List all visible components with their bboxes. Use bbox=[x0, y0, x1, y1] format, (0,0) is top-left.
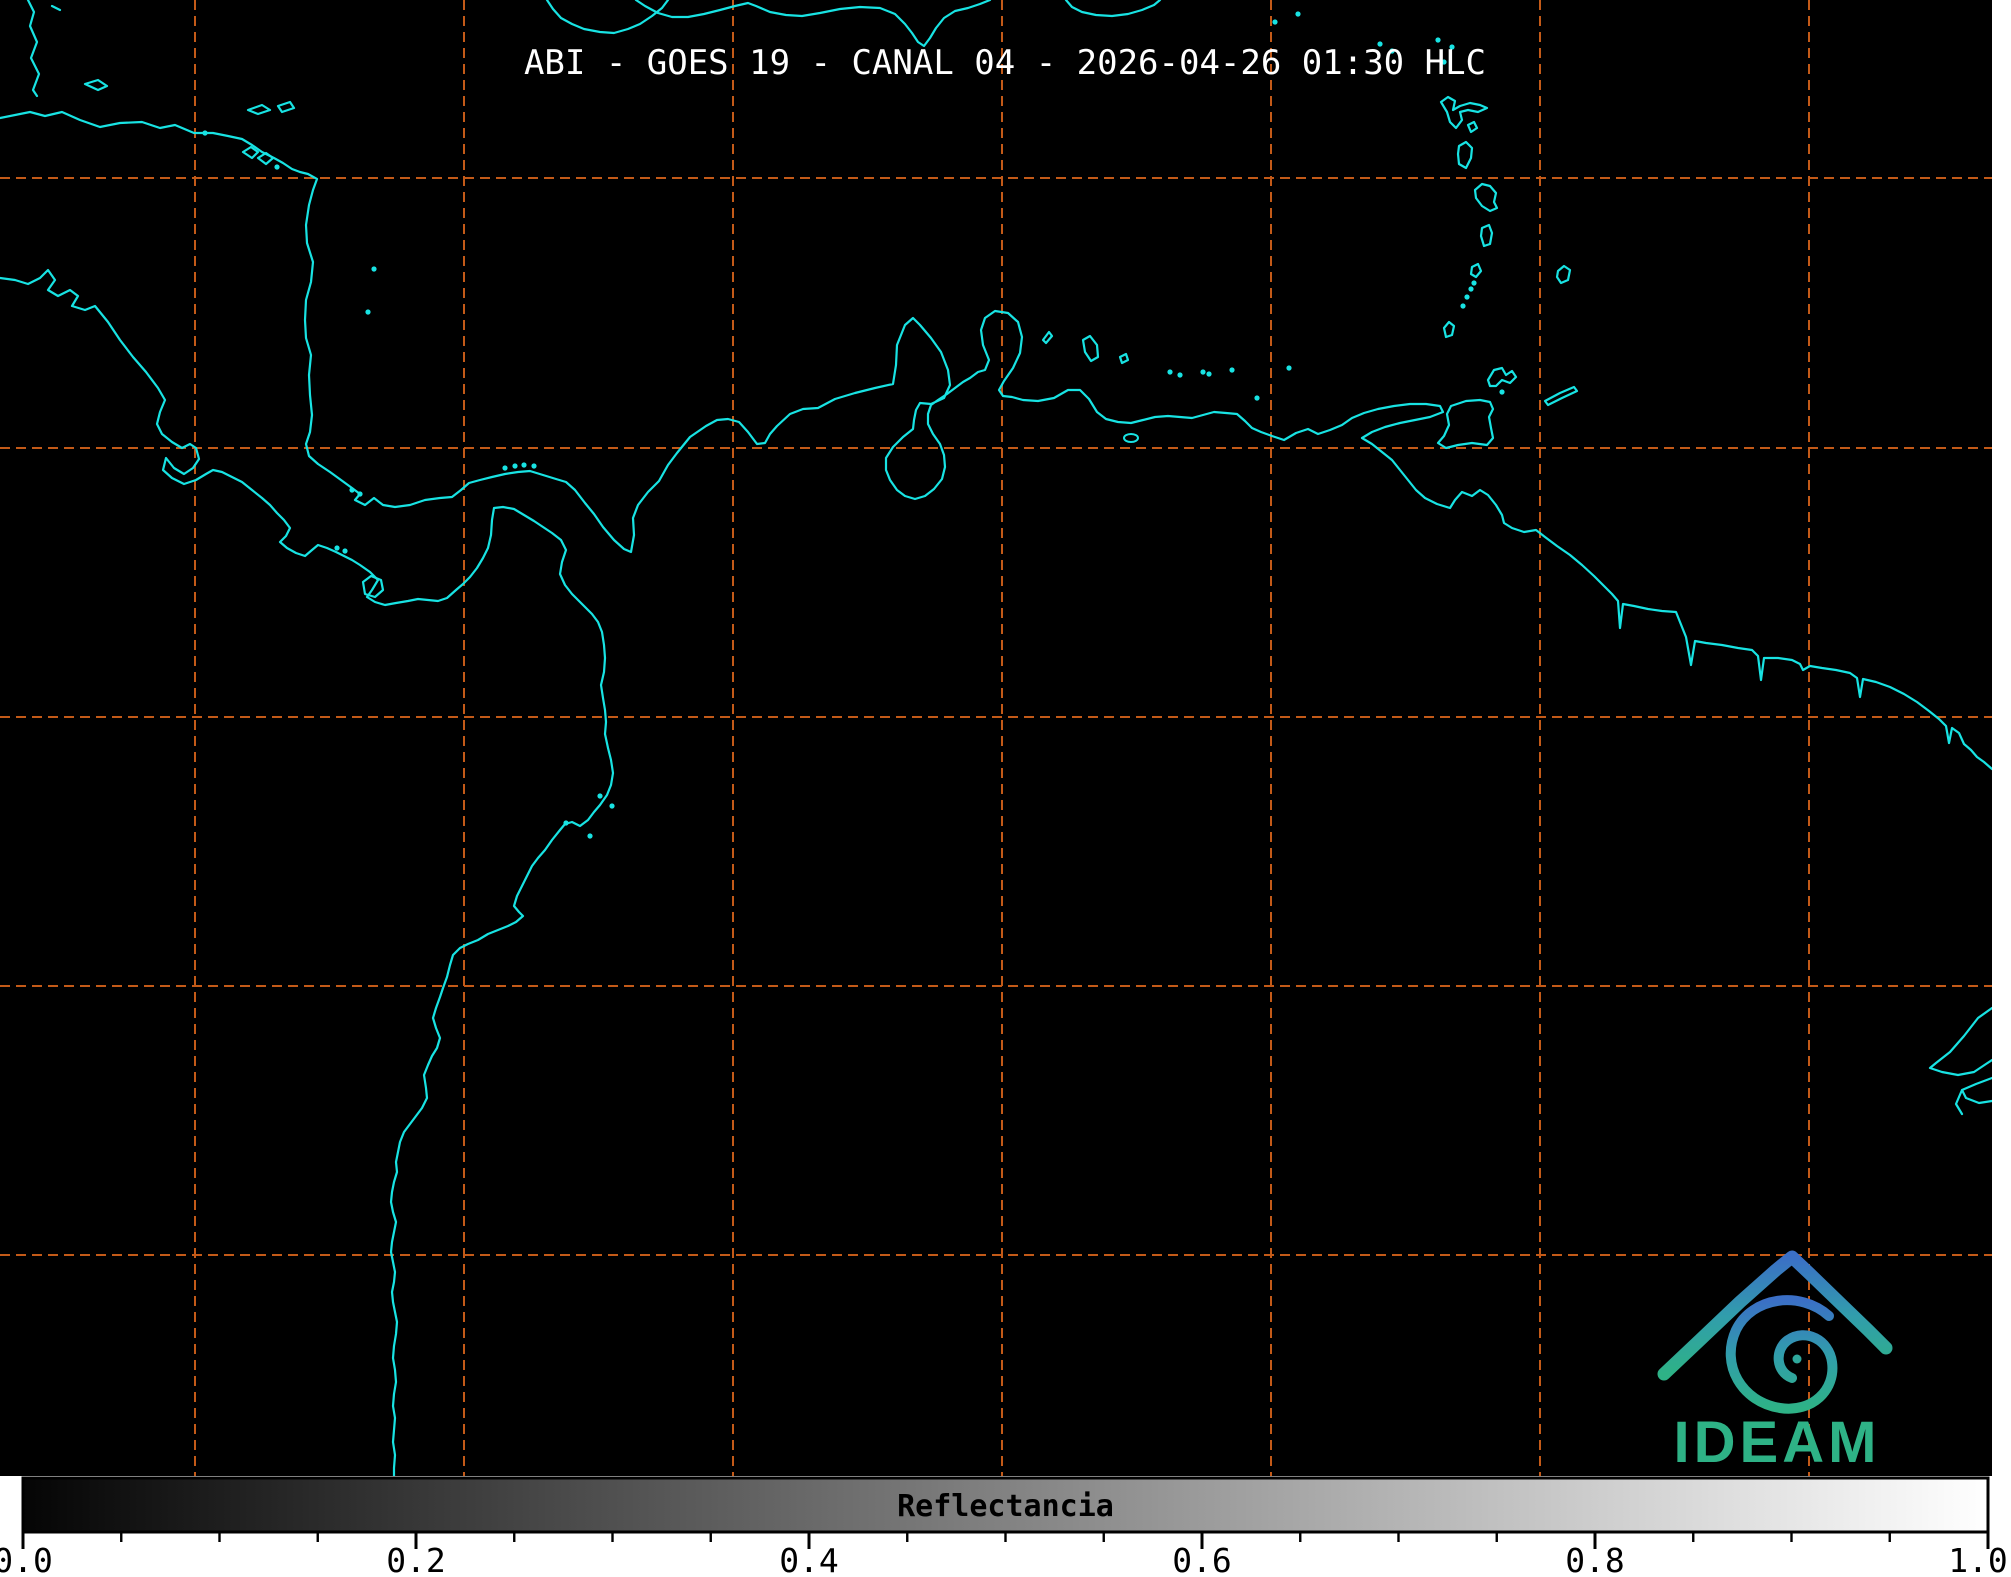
colorbar-label: Reflectancia bbox=[897, 1489, 1114, 1524]
colorbar-tick-label: 0.8 bbox=[1565, 1541, 1625, 1577]
logo-text: IDEAM bbox=[1674, 1410, 1881, 1475]
islet-dot bbox=[1468, 286, 1474, 292]
satellite-map-figure: ABI - GOES 19 - CANAL 04 - 2026-04-26 01… bbox=[0, 0, 2011, 1577]
islet-dot bbox=[1286, 365, 1292, 371]
islet-dot bbox=[1435, 37, 1441, 43]
colorbar-tick-label: 0.2 bbox=[386, 1541, 446, 1577]
islet-dot bbox=[531, 463, 537, 469]
islet-dot bbox=[1254, 395, 1260, 401]
islet-dot bbox=[1206, 371, 1212, 377]
islet-dot bbox=[563, 820, 569, 826]
colorbar: Reflectancia 0.0 0.2 0.4 0.6 0.8 1.0 bbox=[0, 1476, 2008, 1577]
islet-dot bbox=[1295, 11, 1301, 17]
islet-dot bbox=[521, 462, 527, 468]
colorbar-tick-label: 0.0 bbox=[0, 1541, 53, 1577]
islet-dot bbox=[334, 545, 340, 551]
islet-dot bbox=[502, 465, 508, 471]
islet-dot bbox=[1177, 372, 1183, 378]
islet-dot bbox=[1471, 280, 1477, 286]
islet-dot bbox=[202, 130, 208, 136]
islet-dot bbox=[365, 309, 371, 315]
islet-dot bbox=[371, 266, 377, 272]
islet-dot bbox=[1272, 19, 1278, 25]
logo-spiral-eye-icon bbox=[1792, 1354, 1802, 1364]
scene-canvas: ABI - GOES 19 - CANAL 04 - 2026-04-26 01… bbox=[0, 0, 2008, 1577]
islet-dot bbox=[1229, 367, 1235, 373]
islet-dot bbox=[1460, 303, 1466, 309]
colorbar-tick-label: 0.4 bbox=[779, 1541, 839, 1577]
map-title: ABI - GOES 19 - CANAL 04 - 2026-04-26 01… bbox=[524, 43, 1486, 83]
islet-dot bbox=[587, 833, 593, 839]
islet-dot bbox=[609, 803, 615, 809]
islet-dot bbox=[597, 793, 603, 799]
islet-dot bbox=[342, 548, 348, 554]
islet-dot bbox=[1464, 294, 1470, 300]
islet-dot bbox=[357, 491, 363, 497]
islet-dot bbox=[1167, 369, 1173, 375]
colorbar-tick-label: 0.6 bbox=[1172, 1541, 1232, 1577]
colorbar-tick-labels: 0.0 0.2 0.4 0.6 0.8 1.0 bbox=[0, 1541, 2008, 1577]
islet-dot bbox=[1200, 369, 1206, 375]
colorbar-tick-label: 1.0 bbox=[1948, 1541, 2008, 1577]
islet-dot bbox=[349, 487, 355, 493]
colorbar-ticks bbox=[21, 1532, 1990, 1549]
islet-dot bbox=[1499, 389, 1505, 395]
islet-dot bbox=[274, 164, 280, 170]
islet-dot bbox=[512, 463, 518, 469]
